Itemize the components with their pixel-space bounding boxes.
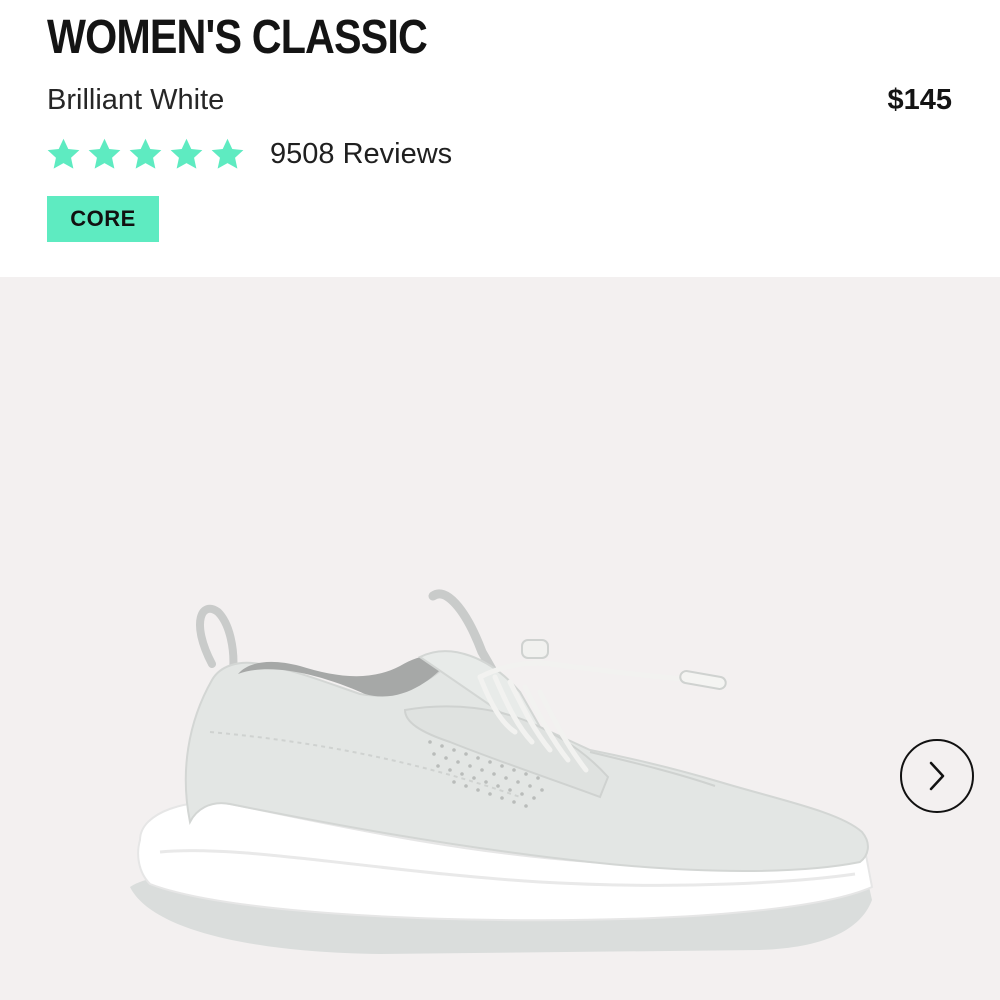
star-icon — [47, 138, 80, 169]
star-icon — [211, 138, 244, 169]
chevron-right-icon — [929, 761, 945, 791]
product-page: WOMEN'S CLASSIC Brilliant White $145 950… — [0, 0, 1000, 1000]
star-rating — [45, 136, 246, 173]
product-header: WOMEN'S CLASSIC Brilliant White $145 950… — [0, 0, 1000, 277]
product-title: WOMEN'S CLASSIC — [47, 11, 428, 64]
rating-row[interactable]: 9508 Reviews — [45, 134, 452, 174]
reviews-link[interactable]: 9508 Reviews — [270, 136, 452, 172]
product-price: $145 — [887, 84, 952, 116]
star-icon — [129, 138, 162, 169]
product-color-name: Brilliant White — [47, 84, 225, 116]
core-badge: CORE — [47, 196, 159, 242]
star-icon — [170, 138, 203, 169]
product-image-gallery[interactable] — [0, 277, 1000, 1000]
next-image-button[interactable] — [900, 739, 974, 813]
product-image — [130, 589, 874, 954]
star-icon — [88, 138, 121, 169]
